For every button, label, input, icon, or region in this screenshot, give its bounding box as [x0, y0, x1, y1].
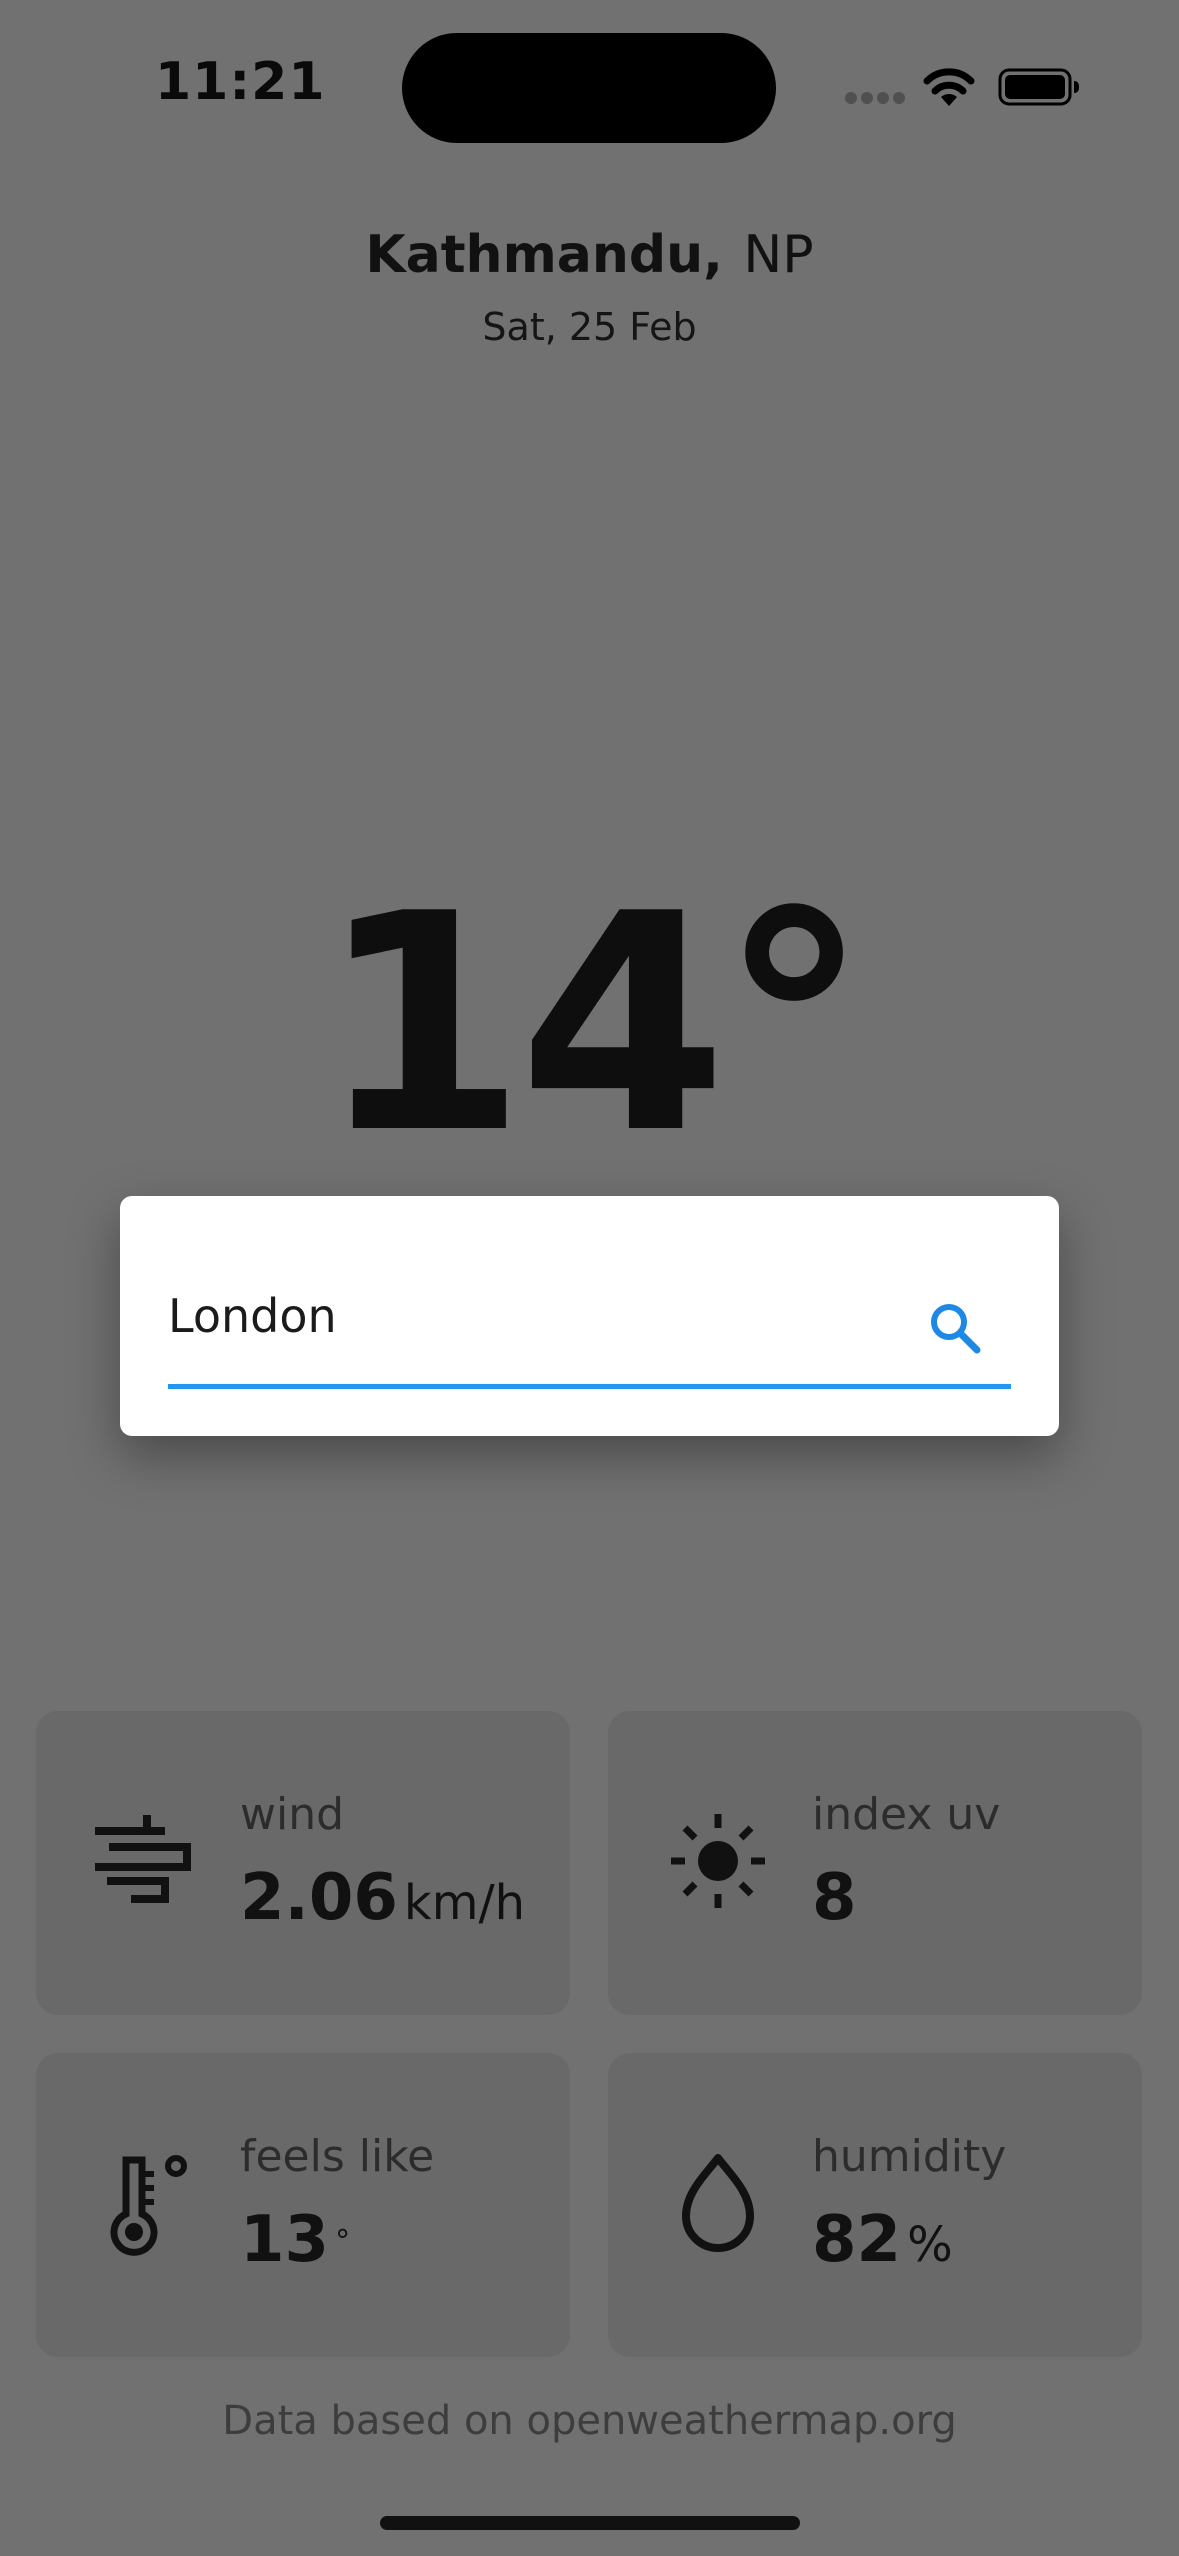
- uv-index-card: index uv 8: [608, 1711, 1142, 2015]
- humidity-unit: %: [907, 2217, 953, 2273]
- status-bar-time: 11:21: [155, 52, 326, 112]
- humidity-label: humidity: [812, 2131, 1007, 2182]
- feels-like-value: 13 °: [240, 2203, 351, 2277]
- data-source-footer: Data based on openweathermap.org: [222, 2398, 957, 2444]
- uv-index-label: index uv: [812, 1789, 1001, 1840]
- location-title: Kathmandu, NP: [0, 225, 1179, 285]
- droplet-icon: [658, 2143, 778, 2263]
- thermometer-icon: [86, 2143, 206, 2263]
- date-label: Sat, 25 Feb: [482, 305, 697, 349]
- city-name: Kathmandu,: [365, 225, 723, 285]
- wifi-icon: [922, 62, 976, 108]
- search-icon: [931, 1304, 981, 1354]
- search-button[interactable]: [905, 1278, 1005, 1378]
- wind-card: wind 2.06 km/h: [36, 1711, 570, 2015]
- feels-like-label: feels like: [240, 2131, 435, 2182]
- wind-value: 2.06 km/h: [240, 1861, 526, 1935]
- city-search-input[interactable]: [168, 1276, 868, 1356]
- feels-like-unit: °: [335, 2224, 351, 2259]
- sun-icon: [658, 1801, 778, 1921]
- humidity-value: 82%: [812, 2203, 953, 2277]
- wind-label: wind: [240, 1789, 345, 1840]
- dynamic-island: [402, 33, 776, 143]
- search-input-underline: [168, 1384, 1011, 1389]
- wind-icon: [86, 1801, 206, 1921]
- current-temperature: 14°: [317, 850, 869, 1199]
- home-indicator[interactable]: [380, 2516, 800, 2530]
- search-dialog: [120, 1196, 1059, 1436]
- uv-index-value: 8: [812, 1861, 857, 1935]
- wind-unit: km/h: [403, 1875, 526, 1931]
- cellular-signal-icon: [845, 92, 905, 106]
- country-code: NP: [743, 225, 814, 285]
- humidity-card: humidity 82%: [608, 2053, 1142, 2357]
- battery-icon: [998, 68, 1080, 106]
- feels-like-card: feels like 13 °: [36, 2053, 570, 2357]
